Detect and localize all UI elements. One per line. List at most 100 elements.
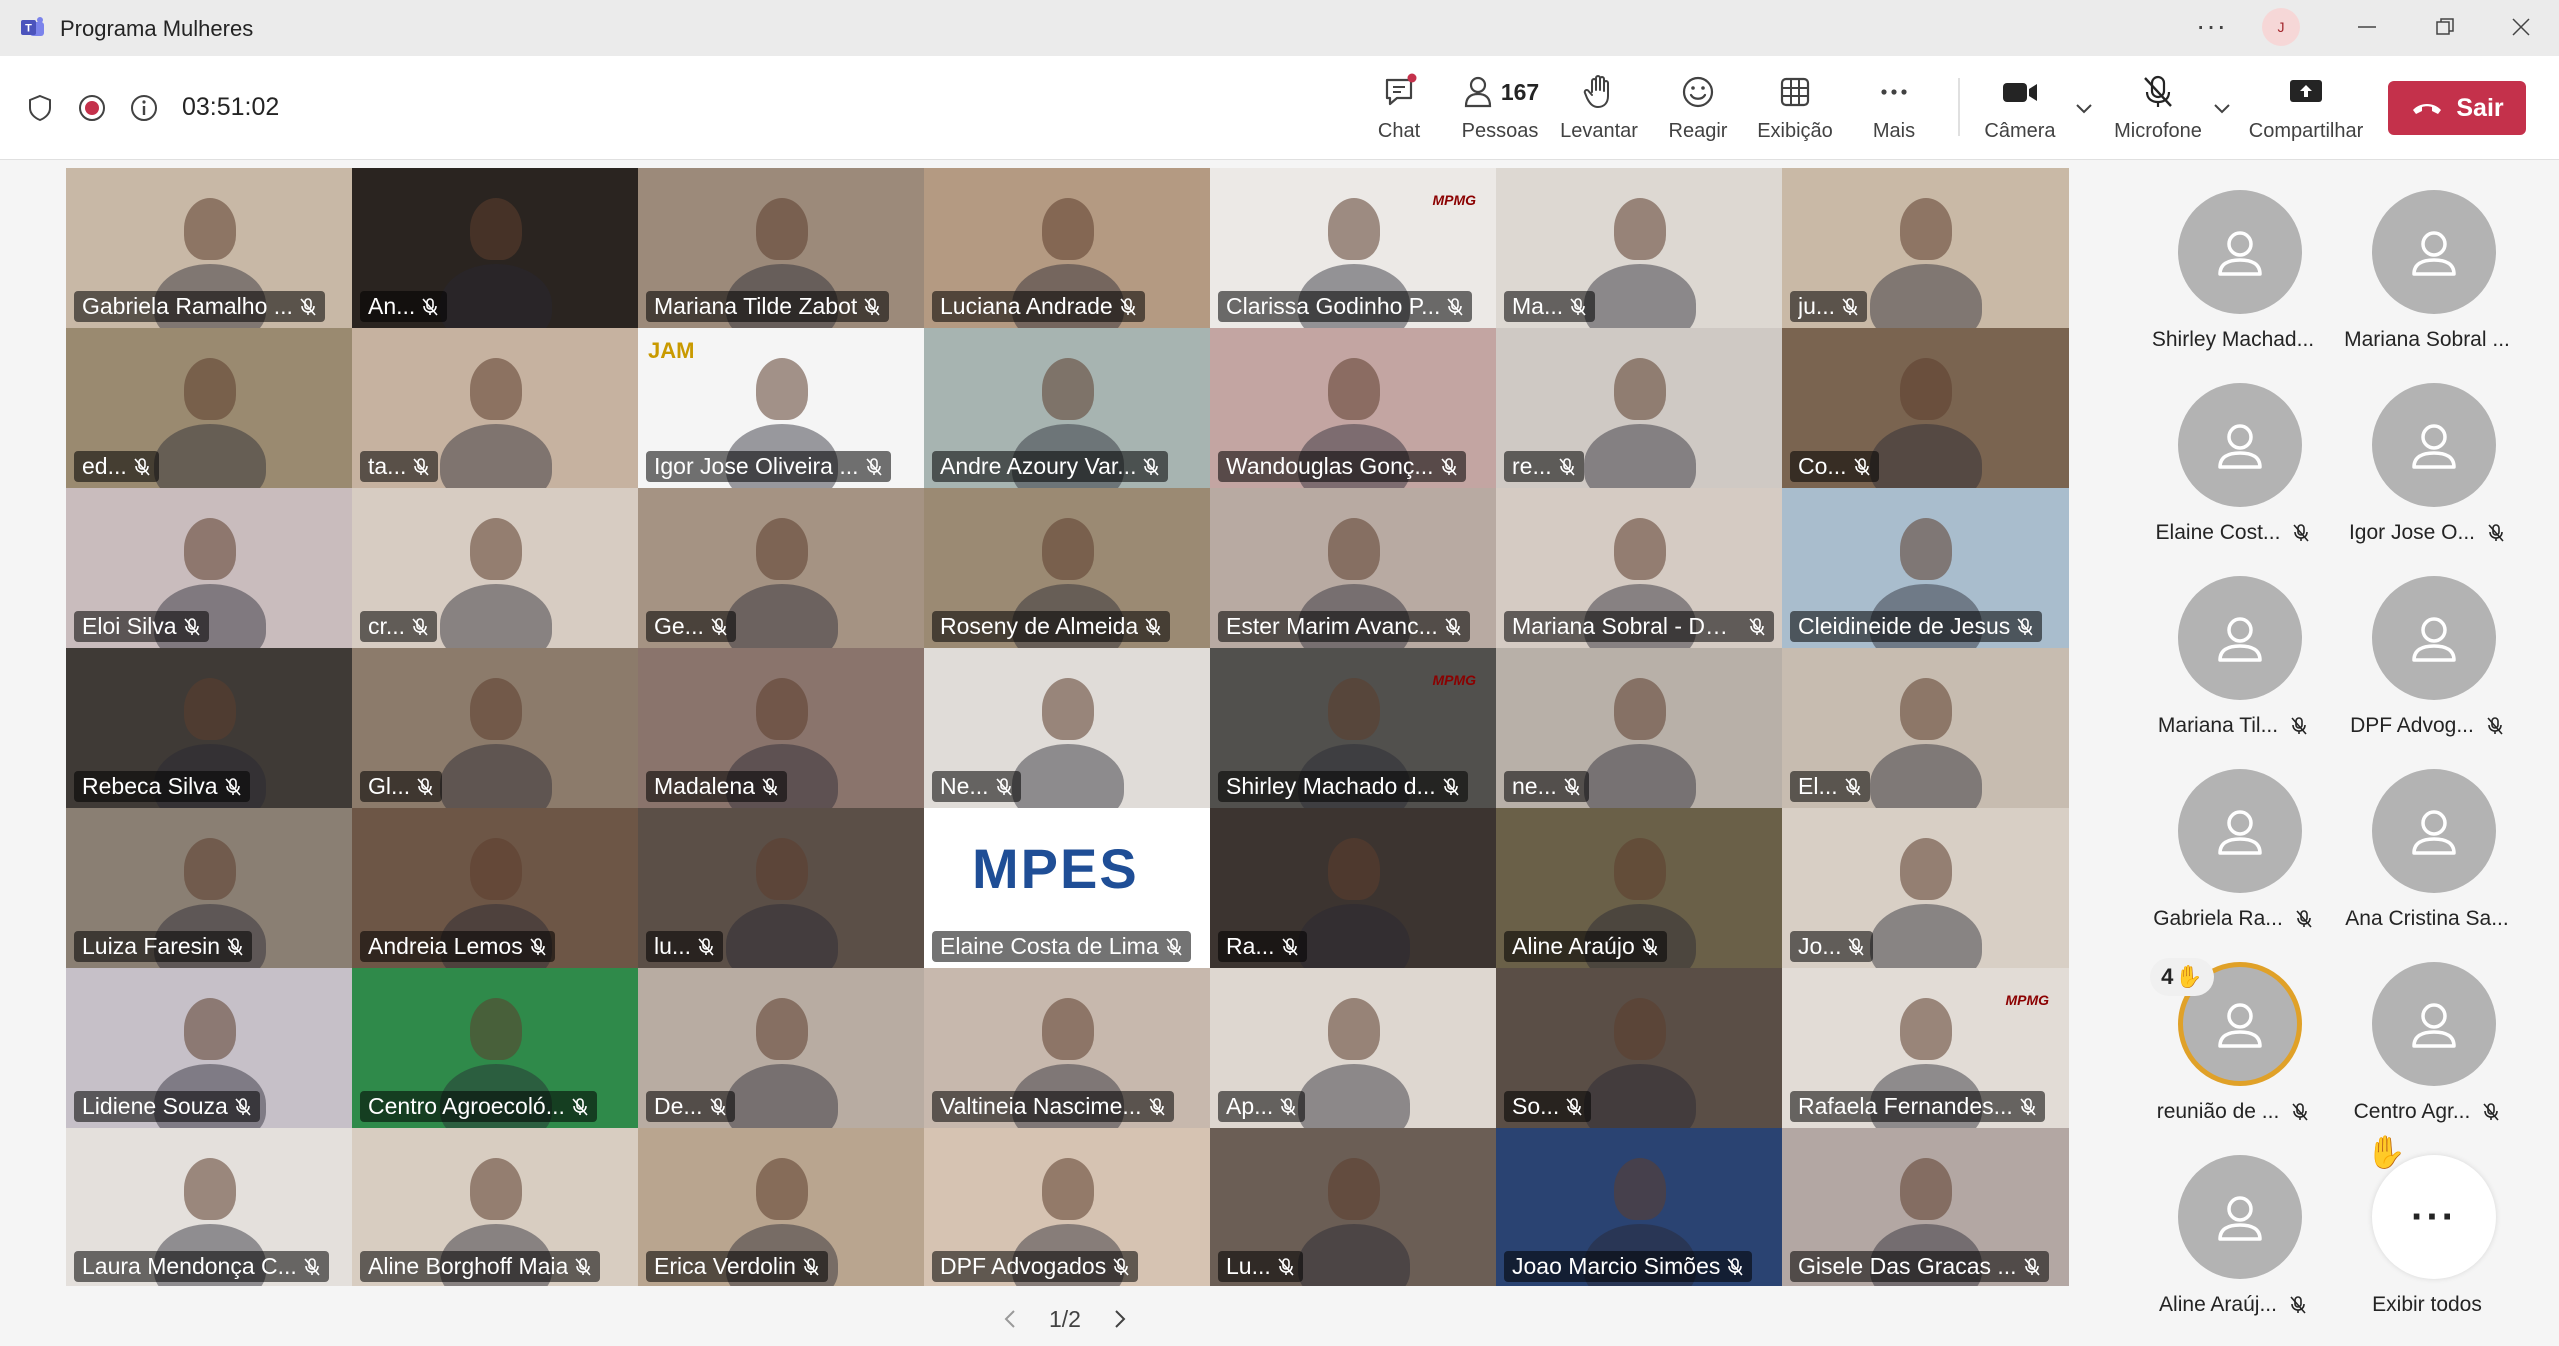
roster-participant[interactable]: Aline Araúj...: [2126, 1133, 2316, 1323]
participant-name-tag: Mariana Tilde Zabot: [646, 291, 890, 322]
participant-silhouette: [1328, 998, 1380, 1060]
participant-silhouette: [470, 198, 522, 260]
participant-silhouette: [184, 678, 236, 740]
video-tile[interactable]: Lidiene Souza: [66, 968, 352, 1128]
video-tile[interactable]: Joao Marcio Simões: [1496, 1128, 1782, 1286]
participant-name: Ne...: [940, 773, 989, 799]
next-page-icon[interactable]: [1110, 1307, 1130, 1331]
video-tile[interactable]: Gisele Das Gracas ...: [1782, 1128, 2069, 1286]
camera-options-chevron-icon[interactable]: [2072, 96, 2096, 120]
video-tile[interactable]: El...: [1782, 648, 2069, 808]
video-tile[interactable]: lu...: [638, 808, 924, 968]
previous-page-icon[interactable]: [1000, 1307, 1020, 1331]
video-tile[interactable]: Lu...: [1210, 1128, 1496, 1286]
video-tile[interactable]: Gl...: [352, 648, 638, 808]
person-icon: [2218, 1196, 2262, 1241]
roster-participant[interactable]: Igor Jose O...: [2320, 361, 2510, 551]
video-tile[interactable]: MPMG Clarissa Godinho P...: [1210, 168, 1496, 328]
video-tile[interactable]: Erica Verdolin: [638, 1128, 924, 1286]
video-tile[interactable]: JAM Igor Jose Oliveira ...: [638, 328, 924, 488]
chat-label: Chat: [1377, 120, 1421, 142]
video-tile[interactable]: Ap...: [1210, 968, 1496, 1128]
video-tile[interactable]: Andreia Lemos: [352, 808, 638, 968]
share-button[interactable]: Compartilhar: [2249, 70, 2363, 150]
roster-participant[interactable]: Mariana Til...: [2126, 554, 2316, 744]
video-tile[interactable]: re...: [1496, 328, 1782, 488]
video-tile[interactable]: Co...: [1782, 328, 2069, 488]
chat-button[interactable]: Chat: [1374, 70, 1424, 150]
video-tile[interactable]: ju...: [1782, 168, 2069, 328]
video-tile[interactable]: Mariana Sobral - DPES: [1496, 488, 1782, 648]
info-icon[interactable]: [128, 92, 160, 124]
video-tile[interactable]: An...: [352, 168, 638, 328]
participant-name: Gisele Das Gracas ...: [1798, 1253, 2017, 1279]
participant-silhouette: [1900, 198, 1952, 260]
microphone-button[interactable]: Microfone: [2110, 70, 2206, 150]
leave-button[interactable]: Sair: [2388, 81, 2526, 135]
mic-muted-icon: [1440, 457, 1457, 476]
roster-participant[interactable]: DPF Advog...: [2320, 554, 2510, 744]
minimize-button[interactable]: [2352, 12, 2382, 42]
video-tile[interactable]: Ma...: [1496, 168, 1782, 328]
video-tile[interactable]: Ne...: [924, 648, 1210, 808]
participant-name-tag: cr...: [360, 611, 438, 642]
roster-participant[interactable]: Elaine Cost...: [2126, 361, 2316, 551]
mic-muted-icon: [1120, 297, 1136, 316]
video-tile[interactable]: Mariana Tilde Zabot: [638, 168, 924, 328]
video-tile[interactable]: Wandouglas Gonç...: [1210, 328, 1496, 488]
react-button[interactable]: Reagir: [1664, 70, 1732, 150]
camera-button[interactable]: Câmera: [1984, 70, 2056, 150]
video-tile[interactable]: Rebeca Silva: [66, 648, 352, 808]
video-tile[interactable]: Madalena: [638, 648, 924, 808]
view-button[interactable]: Exibição: [1756, 70, 1834, 150]
participant-name: Eloi Silva: [82, 613, 177, 639]
video-tile[interactable]: ne...: [1496, 648, 1782, 808]
more-options-icon[interactable]: ···: [2196, 10, 2227, 42]
video-tile[interactable]: Laura Mendonça C...: [66, 1128, 352, 1286]
video-tile[interactable]: MPMG Rafaela Fernandes...: [1782, 968, 2069, 1128]
video-tile[interactable]: Gabriela Ramalho ...: [66, 168, 352, 328]
video-tile[interactable]: Roseny de Almeida: [924, 488, 1210, 648]
raise-hand-button[interactable]: Levantar: [1560, 70, 1638, 150]
mic-options-chevron-icon[interactable]: [2210, 96, 2234, 120]
participant-silhouette: [470, 358, 522, 420]
video-tile[interactable]: Eloi Silva: [66, 488, 352, 648]
video-tile[interactable]: MPMG Shirley Machado d...: [1210, 648, 1496, 808]
roster-participant[interactable]: 4 ✋ reunião de ...: [2126, 940, 2316, 1130]
participant-name-tag: Luciana Andrade: [932, 291, 1145, 322]
video-tile[interactable]: Jo...: [1782, 808, 2069, 968]
recording-icon[interactable]: [76, 92, 108, 124]
video-tile[interactable]: De...: [638, 968, 924, 1128]
restore-button[interactable]: [2430, 12, 2460, 42]
video-tile[interactable]: DPF Advogados: [924, 1128, 1210, 1286]
video-tile[interactable]: Valtineia Nascime...: [924, 968, 1210, 1128]
show-all-participants[interactable]: ··· ✋ Exibir todos: [2320, 1133, 2510, 1323]
video-tile[interactable]: Aline Araújo: [1496, 808, 1782, 968]
close-window-button[interactable]: [2506, 12, 2536, 42]
video-tile[interactable]: Andre Azoury Var...: [924, 328, 1210, 488]
video-tile[interactable]: ta...: [352, 328, 638, 488]
video-tile[interactable]: Centro Agroecoló...: [352, 968, 638, 1128]
video-tile[interactable]: So...: [1496, 968, 1782, 1128]
video-tile[interactable]: Aline Borghoff Maia: [352, 1128, 638, 1286]
video-tile[interactable]: Ester Marim Avanc...: [1210, 488, 1496, 648]
people-count: 167: [1500, 78, 1540, 105]
video-tile[interactable]: Ra...: [1210, 808, 1496, 968]
video-tile[interactable]: Ge...: [638, 488, 924, 648]
people-button[interactable]: 167 Pessoas: [1456, 70, 1544, 150]
video-tile[interactable]: Luciana Andrade: [924, 168, 1210, 328]
participant-name: Co...: [1798, 453, 1847, 479]
video-tile[interactable]: MPES Elaine Costa de Lima: [924, 808, 1210, 968]
roster-participant[interactable]: Gabriela Ra...: [2126, 747, 2316, 937]
roster-participant[interactable]: Centro Agr...: [2320, 940, 2510, 1130]
shield-icon[interactable]: [24, 92, 56, 124]
video-tile[interactable]: cr...: [352, 488, 638, 648]
roster-participant[interactable]: Ana Cristina Sa...: [2320, 747, 2510, 937]
video-tile[interactable]: Luiza Faresin: [66, 808, 352, 968]
user-avatar[interactable]: J: [2262, 8, 2300, 46]
more-button[interactable]: Mais: [1866, 70, 1922, 150]
video-tile[interactable]: ed...: [66, 328, 352, 488]
roster-participant[interactable]: Shirley Machad...: [2126, 168, 2316, 358]
video-tile[interactable]: Cleidineide de Jesus: [1782, 488, 2069, 648]
roster-participant[interactable]: Mariana Sobral ...: [2320, 168, 2510, 358]
